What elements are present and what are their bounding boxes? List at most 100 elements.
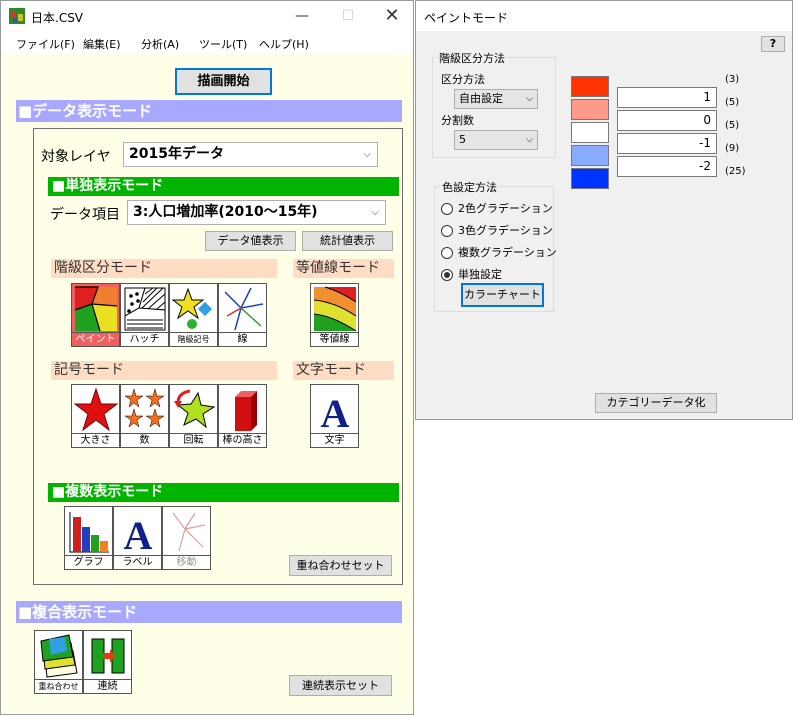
paint-caption: ペイント [72, 332, 119, 346]
radio-individual-setting[interactable]: 単独設定 [441, 266, 502, 282]
menu-edit[interactable]: 編集(E) [83, 36, 121, 52]
count-caption: 数 [121, 433, 168, 447]
division-count-value: 5 [459, 133, 466, 146]
target-layer-value: 2015年データ [129, 146, 224, 162]
menu-file[interactable]: ファイル(F) [16, 36, 75, 52]
target-layer-select[interactable]: 2015年データ ⌵ [123, 142, 378, 167]
threshold-input-2[interactable]: 0 [617, 110, 717, 131]
radio-label: 3色グラデーション [458, 224, 553, 237]
data-item-label: データ項目 [50, 207, 120, 223]
division-method-value: 自由設定 [459, 92, 503, 105]
single-display-mode-header: ■単独表示モード [48, 177, 399, 196]
class-color-swatch-1[interactable] [571, 76, 609, 97]
chevron-down-icon: ⌵ [371, 207, 379, 218]
menu-tools[interactable]: ツール(T) [199, 36, 247, 52]
paint-titlebar[interactable]: ペイントモード [416, 1, 792, 31]
main-titlebar[interactable]: 日本.CSV — ☐ ✕ [1, 1, 413, 32]
minimize-icon[interactable]: — [279, 1, 325, 31]
radio-label: 複数グラデーション [458, 246, 557, 259]
color-chart-button[interactable]: カラーチャート [461, 283, 544, 307]
threshold-input-4[interactable]: -2 [617, 156, 717, 177]
class-count-1: (3) [725, 74, 740, 85]
menu-bar: ファイル(F) 編集(E) 分析(A) ツール(T) ヘルプ(H) [1, 32, 413, 54]
bar-3d-icon [235, 391, 257, 431]
label-caption: ラベル [114, 555, 161, 569]
radio-circle-icon [441, 225, 453, 237]
menu-analysis[interactable]: 分析(A) [141, 36, 179, 52]
categorize-data-button[interactable]: カテゴリーデータ化 [595, 393, 717, 413]
continuous-mode-button[interactable]: 連続 [83, 630, 132, 694]
paint-mode-button[interactable]: ペイント [71, 283, 120, 347]
radio-label: 単独設定 [458, 268, 502, 281]
threshold-input-3[interactable]: -1 [617, 133, 717, 154]
graph-caption: グラフ [65, 555, 112, 569]
class-color-swatch-5[interactable] [571, 168, 609, 189]
continuous-set-button[interactable]: 連続表示セット [289, 675, 392, 696]
stats-display-button[interactable]: 統計値表示 [302, 231, 393, 251]
continuous-icon [91, 638, 125, 674]
star-icon [74, 387, 118, 432]
svg-text:A: A [124, 513, 153, 555]
class-color-swatch-4[interactable] [571, 145, 609, 166]
contour-mode-label: 等値線モード [293, 259, 394, 278]
class-symbol-caption: 階級記号 [170, 332, 217, 346]
move-mode-button: 移動 [162, 506, 211, 570]
text-mode-label: 文字モード [293, 361, 394, 380]
label-mode-button[interactable]: A ラベル [113, 506, 162, 570]
count-mode-button[interactable]: 数 [120, 384, 169, 448]
radio-three-color-gradient[interactable]: 3色グラデーション [441, 222, 553, 238]
radio-two-color-gradient[interactable]: 2色グラデーション [441, 200, 553, 216]
division-count-select[interactable]: 5 ⌵ [454, 130, 538, 150]
division-method-label: 区分方法 [441, 73, 485, 86]
main-window-title: 日本.CSV [31, 11, 84, 25]
division-method-select[interactable]: 自由設定 ⌵ [454, 89, 538, 109]
color-method-group-title: 色設定方法 [440, 179, 499, 195]
target-layer-label: 対象レイヤ [41, 149, 111, 165]
class-mode-label: 階級区分モード [51, 259, 277, 278]
main-window: 日本.CSV — ☐ ✕ ファイル(F) 編集(E) 分析(A) ツール(T) … [0, 0, 414, 715]
radio-selected-icon [441, 269, 453, 281]
data-item-select[interactable]: 3:人口増加率(2010～15年) ⌵ [127, 200, 386, 225]
overlay-mode-button[interactable]: 重ね合わせ [34, 630, 83, 694]
menu-help[interactable]: ヘルプ(H) [259, 36, 309, 52]
rotate-star-icon [174, 389, 216, 429]
rotate-mode-button[interactable]: 回転 [169, 384, 218, 448]
division-count-label: 分割数 [441, 114, 474, 127]
contour-mode-button[interactable]: 等値線 [310, 283, 359, 347]
text-caption: 文字 [311, 433, 358, 447]
rotate-caption: 回転 [170, 433, 217, 447]
help-button[interactable]: ? [761, 36, 785, 52]
class-count-4: (9) [725, 143, 740, 154]
letter-a-icon: A [321, 391, 350, 433]
hatch-mode-button[interactable]: ハッチ [120, 283, 169, 347]
data-value-display-button[interactable]: データ値表示 [205, 231, 296, 251]
class-symbol-icon [172, 287, 213, 329]
chevron-down-icon: ⌵ [526, 94, 533, 104]
class-method-group-title: 階級区分方法 [437, 50, 507, 66]
class-count-5: (25) [725, 166, 746, 177]
overlay-map-icon [40, 634, 78, 678]
graph-mode-button[interactable]: グラフ [64, 506, 113, 570]
text-mode-button[interactable]: A 文字 [310, 384, 359, 448]
bar-height-mode-button[interactable]: 棒の高さ [218, 384, 267, 448]
composite-display-mode-header: ■複合表示モード [16, 601, 402, 623]
overlay-caption: 重ね合わせ [35, 679, 82, 693]
size-mode-button[interactable]: 大きさ [71, 384, 120, 448]
overlay-set-button[interactable]: 重ね合わせセット [289, 555, 392, 576]
chevron-down-icon: ⌵ [363, 149, 371, 160]
hatch-caption: ハッチ [121, 332, 168, 346]
class-color-swatch-2[interactable] [571, 99, 609, 120]
close-icon[interactable]: ✕ [369, 1, 415, 31]
app-icon [9, 8, 25, 24]
draw-start-button[interactable]: 描画開始 [175, 68, 272, 95]
class-color-swatch-3[interactable] [571, 122, 609, 143]
maximize-icon: ☐ [341, 8, 355, 24]
radio-multi-gradient[interactable]: 複数グラデーション [441, 244, 557, 260]
threshold-input-1[interactable]: 1 [617, 87, 717, 108]
line-caption: 線 [219, 332, 266, 346]
contour-icon [313, 286, 357, 332]
line-mode-button[interactable]: 線 [218, 283, 267, 347]
multi-display-mode-header: ■複数表示モード [48, 483, 399, 502]
data-display-mode-header: ■データ表示モード [16, 100, 402, 122]
class-symbol-mode-button[interactable]: 階級記号 [169, 283, 218, 347]
